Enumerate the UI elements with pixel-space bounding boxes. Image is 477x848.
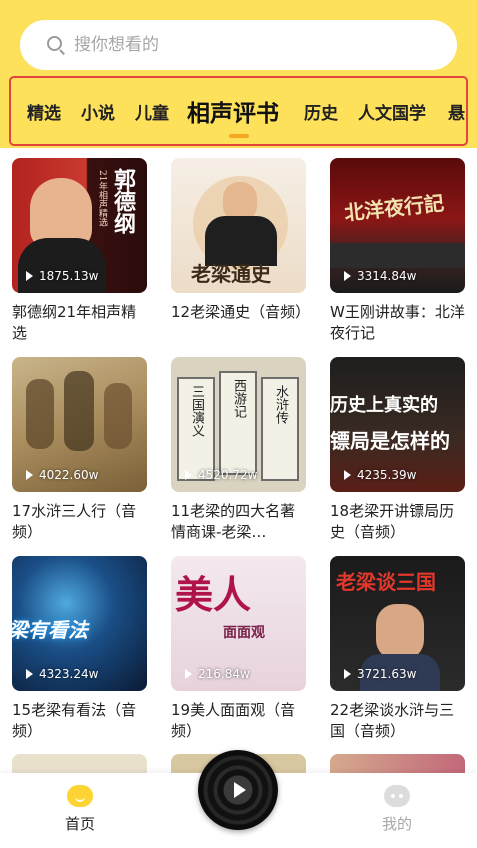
play-icon [344,669,351,679]
album-cover [12,754,147,773]
cover-text: 水浒传 [273,385,288,424]
play-count: 216.84w [185,667,250,681]
play-count: 4323.24w [26,667,98,681]
album-title: 22老梁谈水浒与三国（音频） [330,701,455,740]
cover-subtext: 21年相声精选 [97,170,107,227]
play-count: 3721.63w [344,667,416,681]
album-cover: 老梁谈三国 3721.63w [330,556,465,691]
play-icon [26,669,33,679]
play-icon [26,470,33,480]
play-count: 4520.72w [185,468,257,482]
play-count: 4235.39w [344,468,416,482]
play-count: 1875.13w [26,269,98,283]
play-icon [26,271,33,281]
cover-text: 北洋夜行記 [343,190,446,226]
album-card[interactable]: 4022.60w 17水浒三人行（音频） [12,357,147,543]
album-title: 12老梁通史（音频） [171,303,306,321]
album-title: 15老梁有看法（音频） [12,701,137,740]
cover-text: 梁有看法 [12,618,88,642]
play-icon [344,271,351,281]
cover-text: 美人 [175,572,252,617]
album-title: 17水浒三人行（音频） [12,502,137,541]
album-card[interactable]: 老梁谈三国 3721.63w 22老梁谈水浒与三国（音频） [330,556,465,742]
album-card[interactable]: 历史上真实的 镖局是怎样的 4235.39w 18老梁开讲镖局历史（音频） [330,357,465,543]
search-icon [46,35,66,55]
album-cover: 美人 面面观 216.84w [171,556,306,691]
tab-children[interactable]: 儿童 [135,78,169,144]
album-title: 18老梁开讲镖局历史（音频） [330,502,455,541]
album-card[interactable]: 老梁通史 12老梁通史（音频） [171,158,306,344]
header: 精选 小说 儿童 相声评书 历史 人文国学 悬 [0,0,477,148]
album-cover: 郭德纲 21年相声精选 1875.13w [12,158,147,293]
play-icon [185,669,192,679]
album-card[interactable]: 三国演义 西游记 水浒传 4520.72w 11老梁的四大名著情商课-老梁… [171,357,306,543]
search-input[interactable] [74,35,414,55]
album-card[interactable]: 梁有看法 4323.24w 15老梁有看法（音频） [12,556,147,742]
album-title: W王刚讲故事：北洋夜行记 [330,303,465,342]
tab-novels[interactable]: 小说 [81,78,115,144]
album-grid: 郭德纲 21年相声精选 1875.13w 郭德纲21年相声精选 老梁通史 12老… [0,148,477,773]
nav-home-label: 首页 [64,815,95,833]
cover-text: 老梁谈三国 [336,570,436,594]
album-card[interactable] [330,754,465,773]
album-cover: 梁有看法 4323.24w [12,556,147,691]
active-tab-indicator [229,134,249,138]
nav-home[interactable]: 首页 [40,785,120,834]
cover-text: 老梁通史 [191,262,271,286]
tab-humanities[interactable]: 人文国学 [358,78,426,144]
album-card[interactable]: 北洋夜行記 3314.84w W王刚讲故事：北洋夜行记 [330,158,465,344]
cover-text: 西游记 [231,379,246,418]
vinyl-player-button[interactable] [198,750,278,830]
home-icon [67,785,93,807]
cover-text: 镖局是怎样的 [330,429,450,453]
album-cover: 老梁通史 [171,158,306,293]
album-cover [330,754,465,773]
search-bar[interactable] [20,20,457,70]
album-cover: 历史上真实的 镖局是怎样的 4235.39w [330,357,465,492]
cover-text: 三国演义 [189,385,204,437]
chat-bubble-icon [384,785,410,807]
album-cover: 三国演义 西游记 水浒传 4520.72w [171,357,306,492]
album-card[interactable] [12,754,147,773]
play-icon [344,470,351,480]
play-count: 4022.60w [26,468,98,482]
album-cover: 北洋夜行記 3314.84w [330,158,465,293]
play-count: 3314.84w [344,269,416,283]
album-card[interactable]: 郭德纲 21年相声精选 1875.13w 郭德纲21年相声精选 [12,158,147,344]
album-card[interactable]: 美人 面面观 216.84w 19美人面面观（音频） [171,556,306,742]
album-cover: 4022.60w [12,357,147,492]
tab-suspense[interactable]: 悬 [448,78,465,144]
album-title: 郭德纲21年相声精选 [12,303,137,342]
play-icon [185,470,192,480]
cover-text: 郭德纲 [110,168,136,234]
album-title: 19美人面面观（音频） [171,701,296,740]
album-title: 11老梁的四大名著情商课-老梁… [171,502,296,541]
nav-mine[interactable]: 我的 [357,785,437,834]
cover-text: 历史上真实的 [330,395,438,416]
category-tab-bar: 精选 小说 儿童 相声评书 历史 人文国学 悬 [9,76,468,146]
tab-history[interactable]: 历史 [304,78,338,144]
play-icon [234,782,246,798]
nav-mine-label: 我的 [381,815,412,833]
cover-text: 面面观 [223,625,265,641]
tab-featured[interactable]: 精选 [27,78,61,144]
